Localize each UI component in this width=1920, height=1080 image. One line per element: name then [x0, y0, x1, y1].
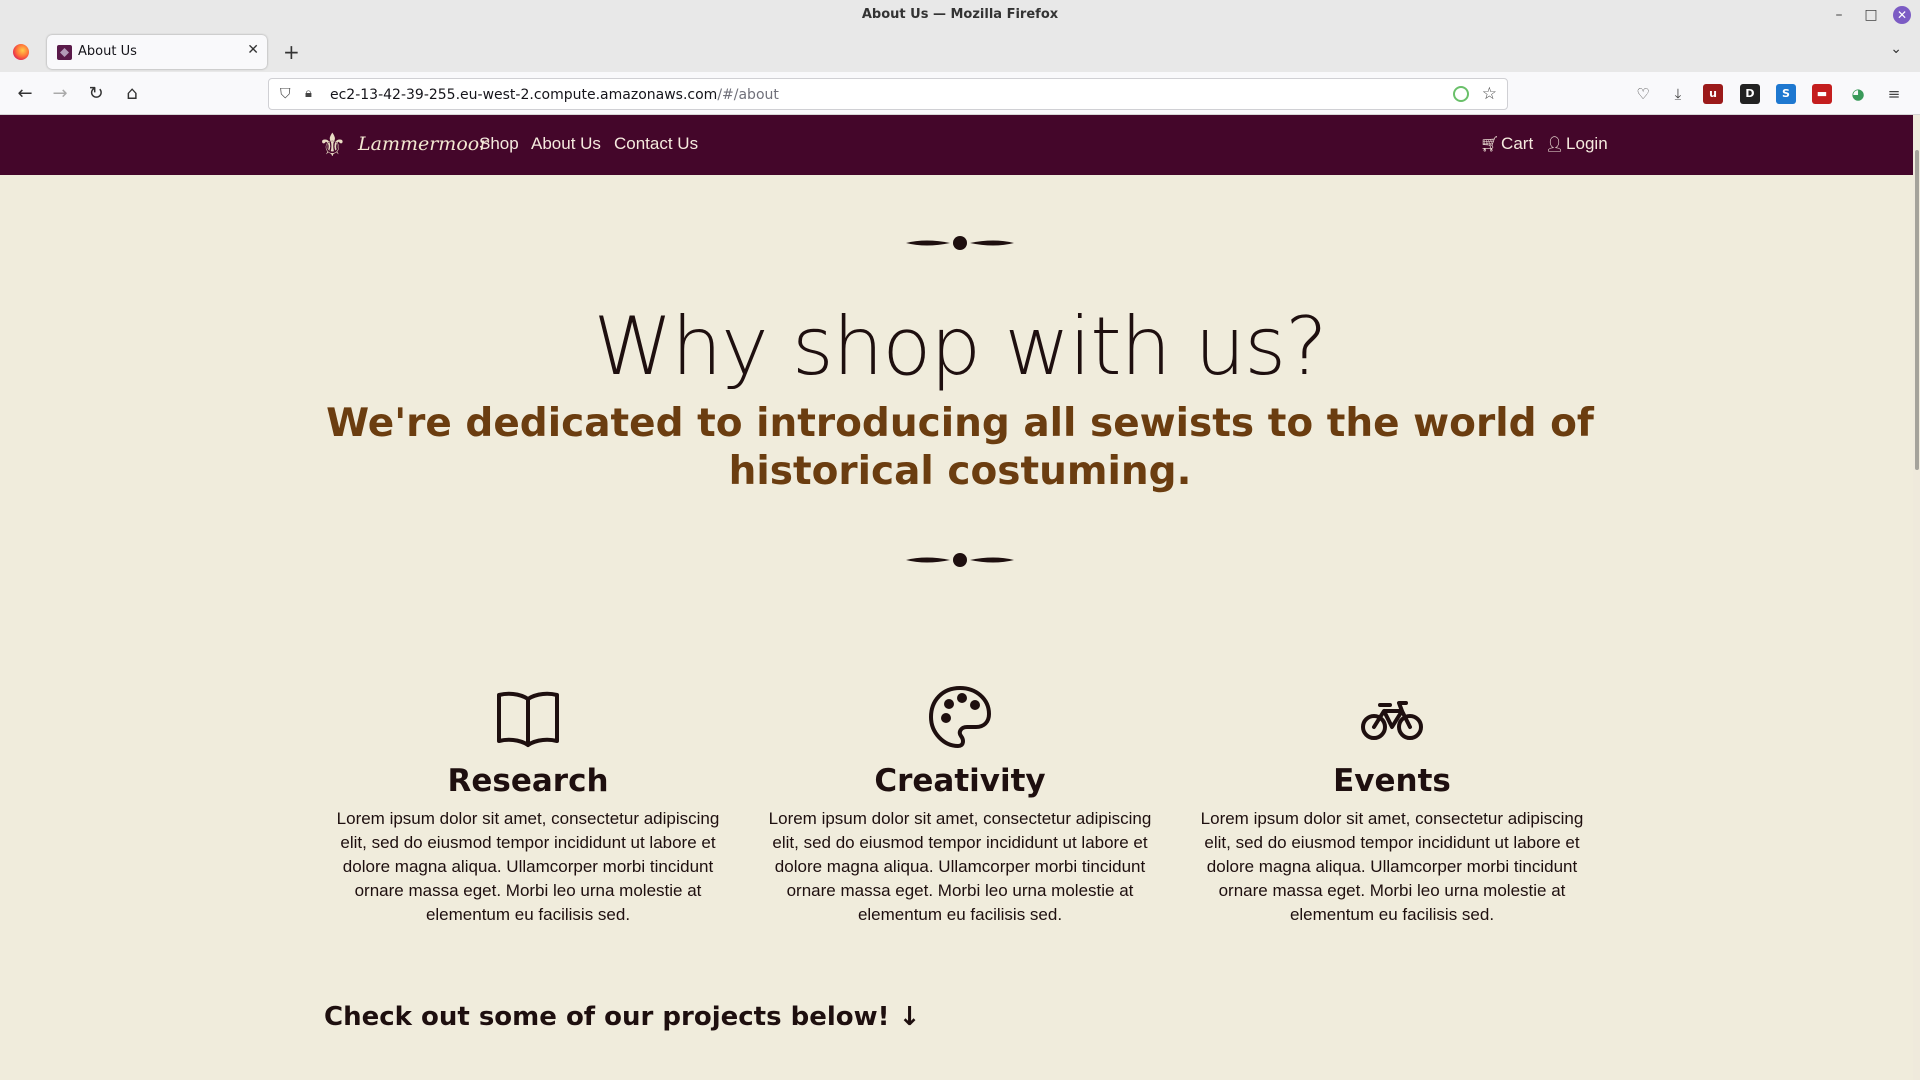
extension-status-icon[interactable]	[1453, 86, 1469, 102]
hamburger-menu-icon[interactable]: ≡	[1884, 84, 1904, 104]
ublock-extension-icon[interactable]: u	[1703, 84, 1723, 104]
hero-subtitle: We're dedicated to introducing all sewis…	[326, 401, 1594, 494]
nav-login-link[interactable]: 👤︎ Login	[1545, 134, 1608, 154]
fleur-de-lis-icon: ⚜	[318, 126, 347, 164]
extension-red-icon[interactable]: ▬	[1812, 84, 1832, 104]
forward-button[interactable]: →	[47, 81, 73, 107]
palette-icon	[928, 685, 992, 749]
home-button[interactable]: ⌂	[119, 81, 145, 107]
feature-events: Events Lorem ipsum dolor sit amet, conse…	[1187, 685, 1597, 927]
web-page: ⚜ Lammermoor Shop About Us Contact Us 🛒︎…	[0, 115, 1920, 1080]
close-window-button[interactable]: ✕	[1893, 6, 1911, 24]
bicycle-icon	[1361, 701, 1423, 740]
user-icon: 👤︎	[1545, 136, 1565, 153]
nav-link-contact-us[interactable]: Contact Us	[614, 134, 698, 154]
firefox-icon[interactable]	[13, 44, 29, 60]
nav-link-about-us[interactable]: About Us	[531, 134, 601, 154]
navigation-toolbar: ← → ↻ ⌂ ⛉ 🔒︎ ec2-13-42-39-255.eu-west-2.…	[0, 72, 1920, 115]
feature-text: Lorem ipsum dolor sit amet, consectetur …	[1200, 809, 1584, 924]
window-titlebar: About Us — Mozilla Firefox – □ ✕	[0, 0, 1920, 31]
address-bar[interactable]: ⛉ 🔒︎ ec2-13-42-39-255.eu-west-2.compute.…	[268, 78, 1508, 110]
brand-name: Lammermoor	[358, 133, 489, 155]
new-tab-button[interactable]: +	[283, 40, 300, 64]
nav-cart-link[interactable]: 🛒︎ Cart	[1480, 134, 1533, 154]
feature-title: Events	[1333, 763, 1451, 799]
login-label: Login	[1566, 134, 1608, 153]
ornamental-divider-top	[906, 236, 1014, 250]
book-icon	[497, 691, 559, 747]
feature-text: Lorem ipsum dolor sit amet, consectetur …	[336, 809, 720, 924]
feature-creativity: Creativity Lorem ipsum dolor sit amet, c…	[755, 685, 1165, 927]
cart-label: Cart	[1501, 134, 1534, 153]
url-text[interactable]: ec2-13-42-39-255.eu-west-2.compute.amazo…	[330, 87, 779, 103]
feature-text: Lorem ipsum dolor sit amet, consectetur …	[768, 809, 1152, 924]
list-all-tabs-chevron-down-icon[interactable]: ⌄	[1890, 41, 1902, 57]
extension-d-icon[interactable]: D	[1740, 84, 1760, 104]
hero-title: Why shop with us?	[593, 300, 1327, 393]
projects-cta-heading: Check out some of our projects below! ↓	[324, 1002, 921, 1032]
pocket-icon[interactable]: ♡	[1633, 84, 1653, 104]
url-path: /#/about	[717, 87, 779, 103]
tab-bar: About Us ✕ + ⌄	[0, 31, 1920, 72]
extension-s-icon[interactable]: S	[1776, 84, 1796, 104]
cart-icon: 🛒︎	[1480, 136, 1500, 153]
nav-link-shop[interactable]: Shop	[479, 134, 519, 154]
feature-title: Research	[447, 763, 609, 799]
tracking-protection-shield-icon[interactable]: ⛉	[280, 86, 291, 102]
tab-close-icon[interactable]: ✕	[247, 42, 259, 58]
url-host: ec2-13-42-39-255.eu-west-2.compute.amazo…	[330, 87, 718, 103]
scrollbar-thumb[interactable]	[1915, 150, 1919, 470]
tab-about-us[interactable]: About Us ✕	[47, 35, 267, 69]
feature-research: Research Lorem ipsum dolor sit amet, con…	[323, 685, 733, 927]
site-favicon-icon	[57, 45, 72, 60]
site-navbar: ⚜ Lammermoor Shop About Us Contact Us 🛒︎…	[0, 115, 1920, 175]
page-scrollbar[interactable]	[1913, 115, 1920, 1080]
extension-green-icon[interactable]: ◕	[1848, 84, 1868, 104]
ornamental-divider-bottom	[906, 553, 1014, 567]
reload-button[interactable]: ↻	[83, 81, 109, 107]
minimize-button[interactable]: –	[1828, 4, 1850, 26]
maximize-button[interactable]: □	[1860, 4, 1882, 26]
tab-label: About Us	[78, 44, 137, 59]
bookmark-star-icon[interactable]: ☆	[1482, 84, 1497, 104]
site-info-lock-icon[interactable]: 🔒︎	[305, 86, 312, 101]
back-button[interactable]: ←	[12, 81, 38, 107]
feature-title: Creativity	[874, 763, 1046, 799]
window-title: About Us — Mozilla Firefox	[861, 7, 1059, 22]
downloads-icon[interactable]: ⤓	[1668, 84, 1688, 104]
